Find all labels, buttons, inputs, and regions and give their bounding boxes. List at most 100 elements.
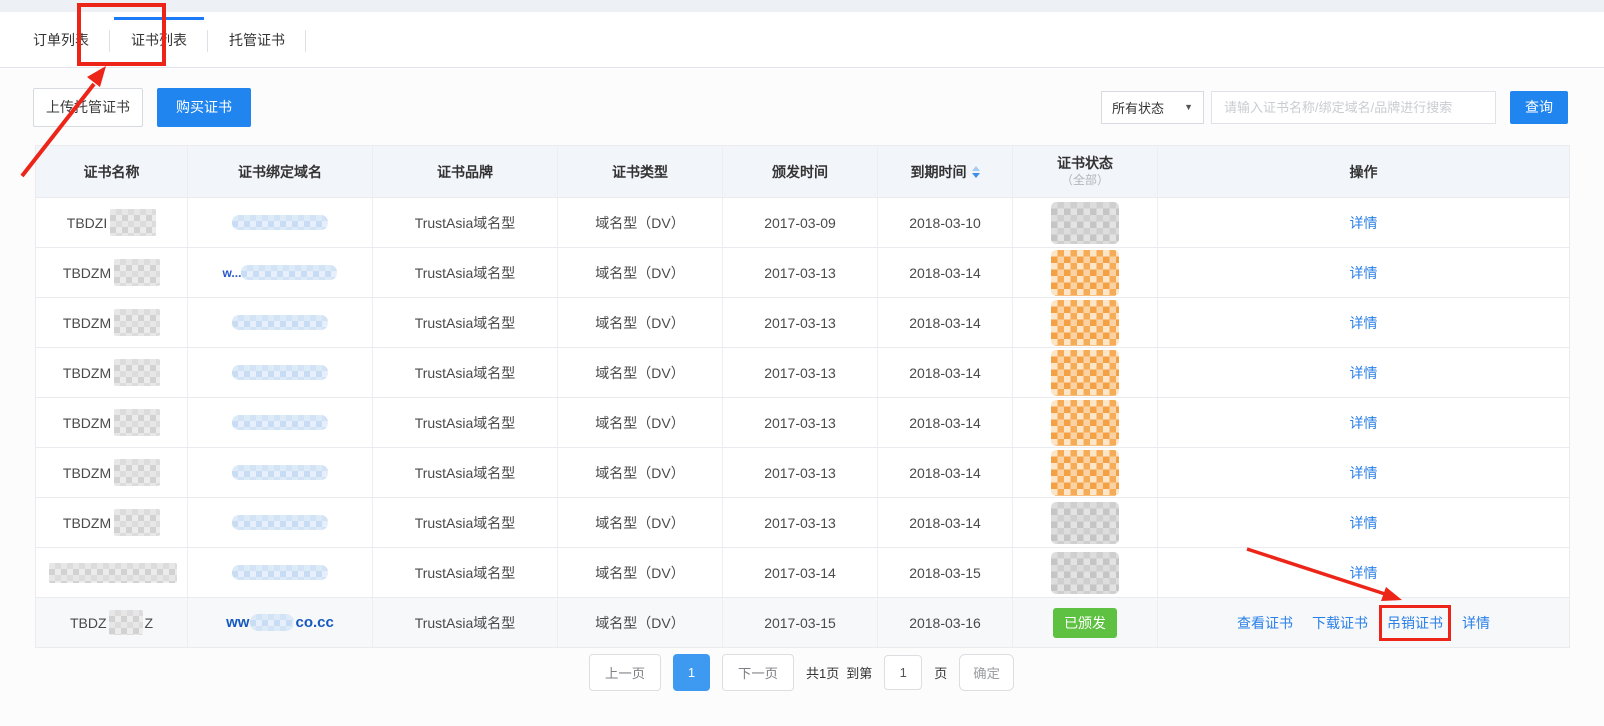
status-cell [1013,498,1158,547]
brand-cell: TrustAsia域名型 [373,448,558,497]
detail-link[interactable]: 详情 [1350,413,1378,433]
cert-name-cell: TBDZM [36,348,188,397]
brand-text: TrustAsia域名型 [415,513,516,533]
brand-text: TrustAsia域名型 [415,413,516,433]
domain-cell [188,398,373,447]
tab-label: 订单列表 [33,30,89,50]
type-cell: 域名型（DV） [558,198,723,247]
brand-text: TrustAsia域名型 [415,313,516,333]
detail-link[interactable]: 详情 [1462,613,1490,633]
domain-cell [188,498,373,547]
table-body: TBDZI TrustAsia域名型 域名型（DV） 2017-03-09 20… [36,198,1569,647]
pagination: 上一页 1 下一页 共1页 到第 页 确定 [35,652,1568,692]
cert-name-cell: TBDZZ [36,598,188,647]
detail-link[interactable]: 详情 [1350,513,1378,533]
header-cert-status: 证书状态 （全部） [1013,146,1158,197]
table-row: TBDZM TrustAsia域名型 域名型（DV） 2017-03-13 20… [36,298,1569,348]
sort-icon[interactable] [972,166,980,178]
upload-hosted-cert-button[interactable]: 上传托管证书 [33,88,143,127]
issued-date-text: 2017-03-13 [764,365,836,381]
status-filter-select[interactable]: 所有状态 ▼ [1101,91,1204,124]
redacted-domain-block [232,215,328,230]
domain-cell [188,548,373,597]
page-number-active[interactable]: 1 [673,654,710,691]
expiry-date-text: 2018-03-14 [909,265,981,281]
cert-name-cell: TBDZM [36,248,188,297]
next-page-button[interactable]: 下一页 [722,654,794,691]
status-filter-all[interactable]: （全部） [1061,173,1109,188]
status-cell [1013,348,1158,397]
search-button[interactable]: 查询 [1510,91,1568,124]
detail-link[interactable]: 详情 [1350,263,1378,283]
status-redacted-block [1051,350,1119,396]
expiry-date-cell: 2018-03-14 [878,298,1013,347]
toolbar: 上传托管证书 购买证书 所有状态 ▼ 查询 [33,87,1568,127]
view-cert-link[interactable]: 查看证书 [1237,613,1293,633]
domain-cell[interactable]: wwco.cc [188,598,373,647]
expiry-date-text: 2018-03-14 [909,365,981,381]
tab-label: 托管证书 [229,30,285,50]
table-row: TBDZM TrustAsia域名型 域名型（DV） 2017-03-13 20… [36,348,1569,398]
revoke-cert-link[interactable]: 吊销证书 [1387,613,1443,633]
tab-certificate-list[interactable]: 证书列表 [110,12,208,67]
tab-order-list[interactable]: 订单列表 [12,12,110,67]
detail-link[interactable]: 详情 [1350,463,1378,483]
tab-hosted-certificates[interactable]: 托管证书 [208,12,306,67]
detail-link[interactable]: 详情 [1350,213,1378,233]
issued-date-cell: 2017-03-13 [723,448,878,497]
detail-link[interactable]: 详情 [1350,313,1378,333]
goto-page-input[interactable] [884,655,922,690]
redacted-domain-block [241,265,337,280]
issued-date-text: 2017-03-14 [764,565,836,581]
status-redacted-block [1051,300,1119,346]
type-text: 域名型（DV） [595,413,684,433]
redacted-domain-block [232,315,328,330]
type-text: 域名型（DV） [595,463,684,483]
prev-page-button[interactable]: 上一页 [589,654,661,691]
brand-cell: TrustAsia域名型 [373,548,558,597]
detail-link[interactable]: 详情 [1350,563,1378,583]
issued-date-cell: 2017-03-09 [723,198,878,247]
issued-date-cell: 2017-03-13 [723,398,878,447]
domain-cell [188,298,373,347]
redacted-name-block [109,610,143,635]
tab-label: 证书列表 [131,30,187,50]
domain-cell [188,448,373,497]
cert-name-cell: TBDZI [36,198,188,247]
total-pages-text: 共1页 [806,663,839,682]
redacted-name-block [49,563,177,583]
detail-link[interactable]: 详情 [1350,363,1378,383]
issued-date-text: 2017-03-13 [764,315,836,331]
download-cert-link[interactable]: 下载证书 [1312,613,1368,633]
status-redacted-block [1051,502,1119,544]
expiry-date-cell: 2018-03-14 [878,348,1013,397]
expiry-date-text: 2018-03-14 [909,315,981,331]
issued-date-cell: 2017-03-15 [723,598,878,647]
redacted-domain-block [232,515,328,530]
redacted-name-block [114,459,160,486]
cert-name-cell: TBDZM [36,398,188,447]
cert-name-text: TBDZI [67,215,107,231]
goto-confirm-button[interactable]: 确定 [959,654,1014,691]
redacted-name-block [114,409,160,436]
type-cell: 域名型（DV） [558,248,723,297]
expiry-date-text: 2018-03-14 [909,465,981,481]
type-text: 域名型（DV） [595,263,684,283]
issued-date-text: 2017-03-15 [764,615,836,631]
chevron-down-icon: ▼ [1184,102,1193,112]
buy-cert-button[interactable]: 购买证书 [157,88,251,127]
search-input[interactable] [1211,91,1496,124]
type-cell: 域名型（DV） [558,398,723,447]
certificates-table: 证书名称 证书绑定域名 证书品牌 证书类型 颁发时间 到期时间 证书状态 （全部… [35,145,1570,648]
table-row: TBDZM TrustAsia域名型 域名型（DV） 2017-03-13 20… [36,448,1569,498]
domain-cell [188,198,373,247]
issued-date-cell: 2017-03-13 [723,248,878,297]
cert-name-text: TBDZM [63,415,111,431]
type-text: 域名型（DV） [595,613,684,633]
header-issue-date: 颁发时间 [723,146,878,197]
type-text: 域名型（DV） [595,363,684,383]
tab-divider [305,30,306,52]
cert-name-text: TBDZM [63,315,111,331]
brand-cell: TrustAsia域名型 [373,198,558,247]
operations-cell: 详情 [1158,448,1569,497]
